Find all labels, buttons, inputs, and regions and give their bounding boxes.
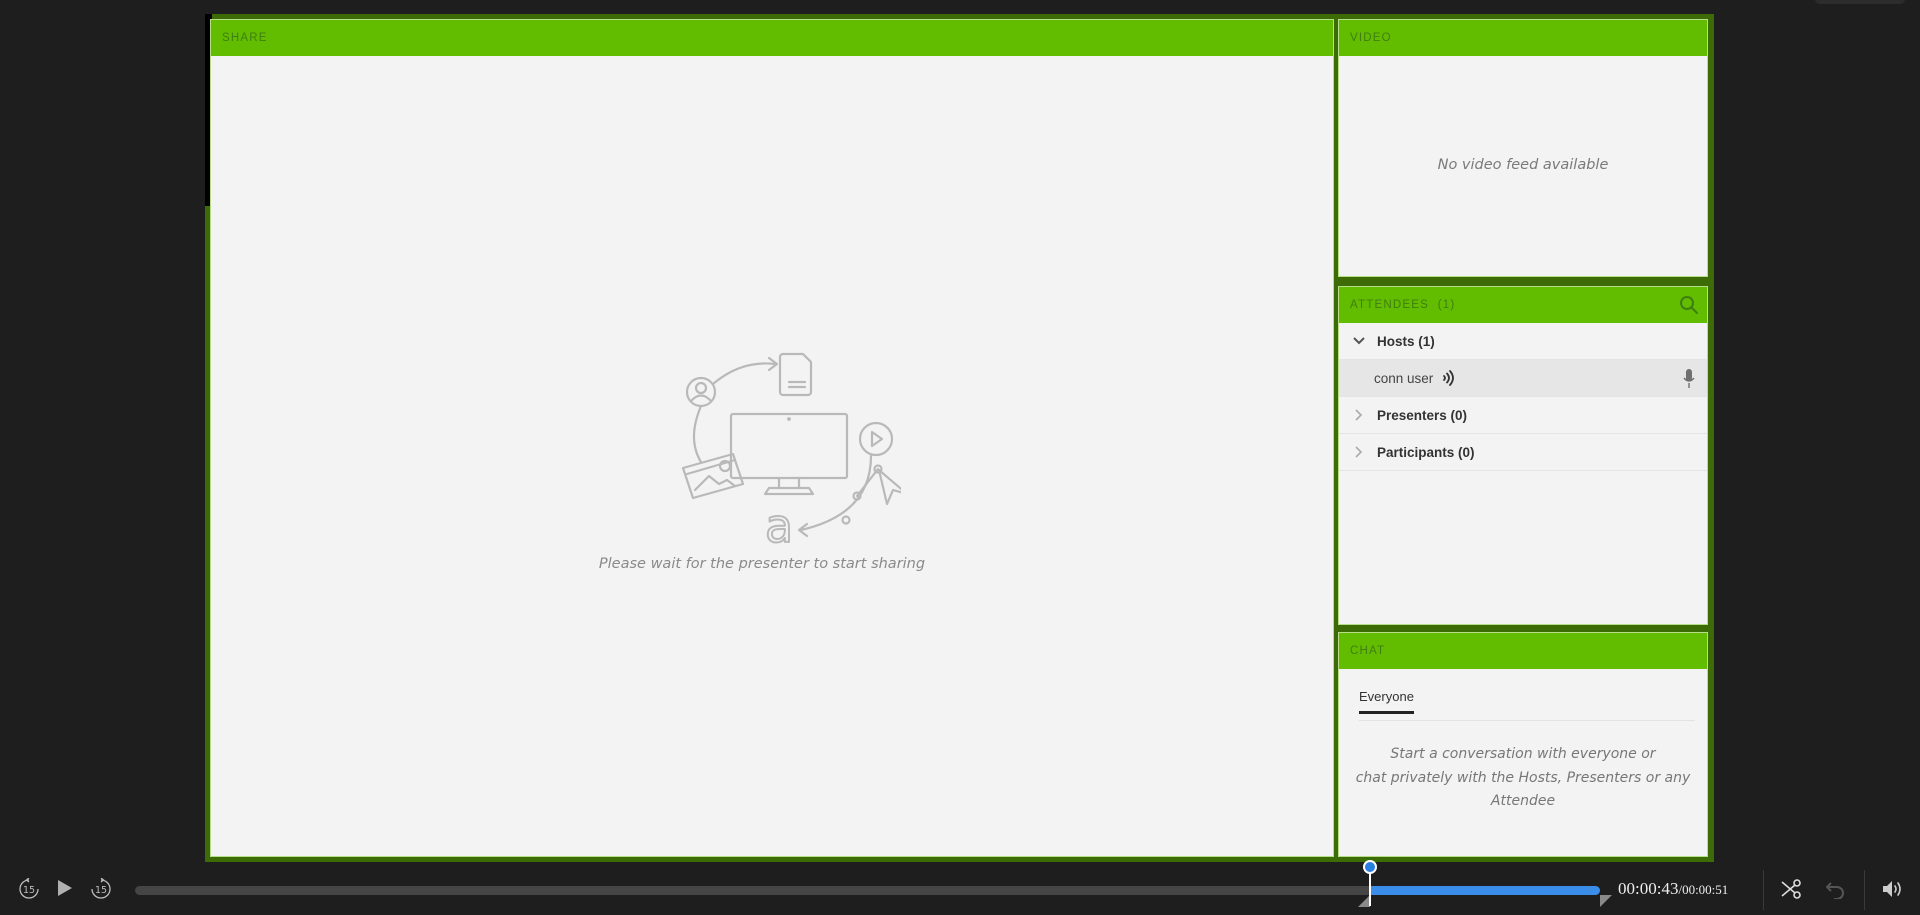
chevron-right-icon: [1349, 442, 1369, 462]
group-label: Presenters (0): [1377, 407, 1468, 423]
cursor-icon: [877, 468, 901, 506]
undo-icon[interactable]: [1826, 879, 1846, 899]
time-display: 00:00:43/00:00:51: [1618, 879, 1728, 899]
tab-everyone[interactable]: Everyone: [1359, 689, 1414, 714]
scissors-icon[interactable]: [1780, 879, 1802, 899]
playhead-handle[interactable]: [1362, 860, 1377, 874]
user-icon: [685, 376, 717, 408]
total-time: /00:00:51: [1678, 882, 1729, 897]
play-icon[interactable]: [57, 879, 73, 897]
chat-empty-line: Start a conversation with everyone or: [1390, 746, 1656, 762]
chat-empty-line: chat privately with the Hosts, Presenter…: [1355, 769, 1691, 786]
attendee-row[interactable]: conn user: [1339, 360, 1707, 397]
video-pod-title: VIDEO: [1350, 32, 1392, 44]
chat-empty-line: Attendee: [1490, 793, 1556, 809]
trim-selection: [1369, 886, 1600, 895]
microphone-icon[interactable]: [1683, 369, 1695, 389]
attendee-name: conn user: [1374, 370, 1434, 386]
group-participants[interactable]: Participants (0): [1339, 434, 1707, 471]
chat-pod-header: CHAT: [1339, 633, 1707, 669]
speaking-icon: [1443, 370, 1455, 386]
svg-text:15: 15: [23, 885, 35, 896]
chat-tabs: Everyone: [1359, 681, 1695, 721]
arc-arrow: [711, 362, 777, 386]
group-label: Hosts (1): [1377, 333, 1435, 349]
share-pod-title: SHARE: [222, 32, 268, 44]
text-glyph-icon: a: [765, 499, 793, 553]
group-hosts[interactable]: Hosts (1): [1339, 323, 1707, 360]
share-pod: SHARE a Please wait for the presenter to…: [210, 19, 1334, 857]
chat-empty-message: Start a conversation with everyone or ch…: [1339, 743, 1707, 814]
video-pod-header: VIDEO: [1339, 20, 1707, 56]
document-icon: [778, 352, 813, 397]
no-video-message: No video feed available: [1437, 157, 1609, 173]
attendees-pod: ATTENDEES (1) Hosts (1) conn user Presen…: [1338, 286, 1708, 625]
trim-end-handle[interactable]: [1600, 895, 1612, 907]
attendees-pod-header: ATTENDEES (1): [1339, 287, 1707, 323]
search-icon[interactable]: [1679, 295, 1699, 315]
share-pod-header: SHARE: [211, 20, 1333, 56]
attendee-list: Hosts (1) conn user Presenters (0) Parti…: [1339, 323, 1707, 471]
top-handle[interactable]: [1815, 0, 1905, 4]
video-pod: VIDEO No video feed available: [1338, 19, 1708, 277]
volume-icon[interactable]: [1882, 879, 1904, 899]
divider: [1864, 870, 1865, 910]
image-icon: [681, 452, 745, 500]
chat-pod-title: CHAT: [1350, 645, 1386, 657]
share-placeholder-illustration: a: [681, 352, 901, 554]
divider: [1763, 870, 1764, 910]
skip-forward-15-icon[interactable]: 15: [90, 878, 112, 900]
group-label: Participants (0): [1377, 444, 1475, 460]
current-time: 00:00:43: [1618, 879, 1679, 898]
play-circle-icon: [858, 421, 894, 457]
group-presenters[interactable]: Presenters (0): [1339, 397, 1707, 434]
attendees-pod-title: ATTENDEES (1): [1350, 299, 1456, 311]
share-placeholder-message: Please wait for the presenter to start s…: [598, 556, 926, 572]
chevron-down-icon: [1349, 331, 1369, 351]
monitor-icon: [729, 412, 849, 496]
svg-text:15: 15: [95, 885, 107, 896]
skip-back-15-icon[interactable]: 15: [18, 878, 40, 900]
playback-bar: 15 15 00:00:43/00:00:51: [0, 860, 1920, 915]
chat-pod: CHAT Everyone Start a conversation with …: [1338, 632, 1708, 857]
chevron-right-icon: [1349, 405, 1369, 425]
